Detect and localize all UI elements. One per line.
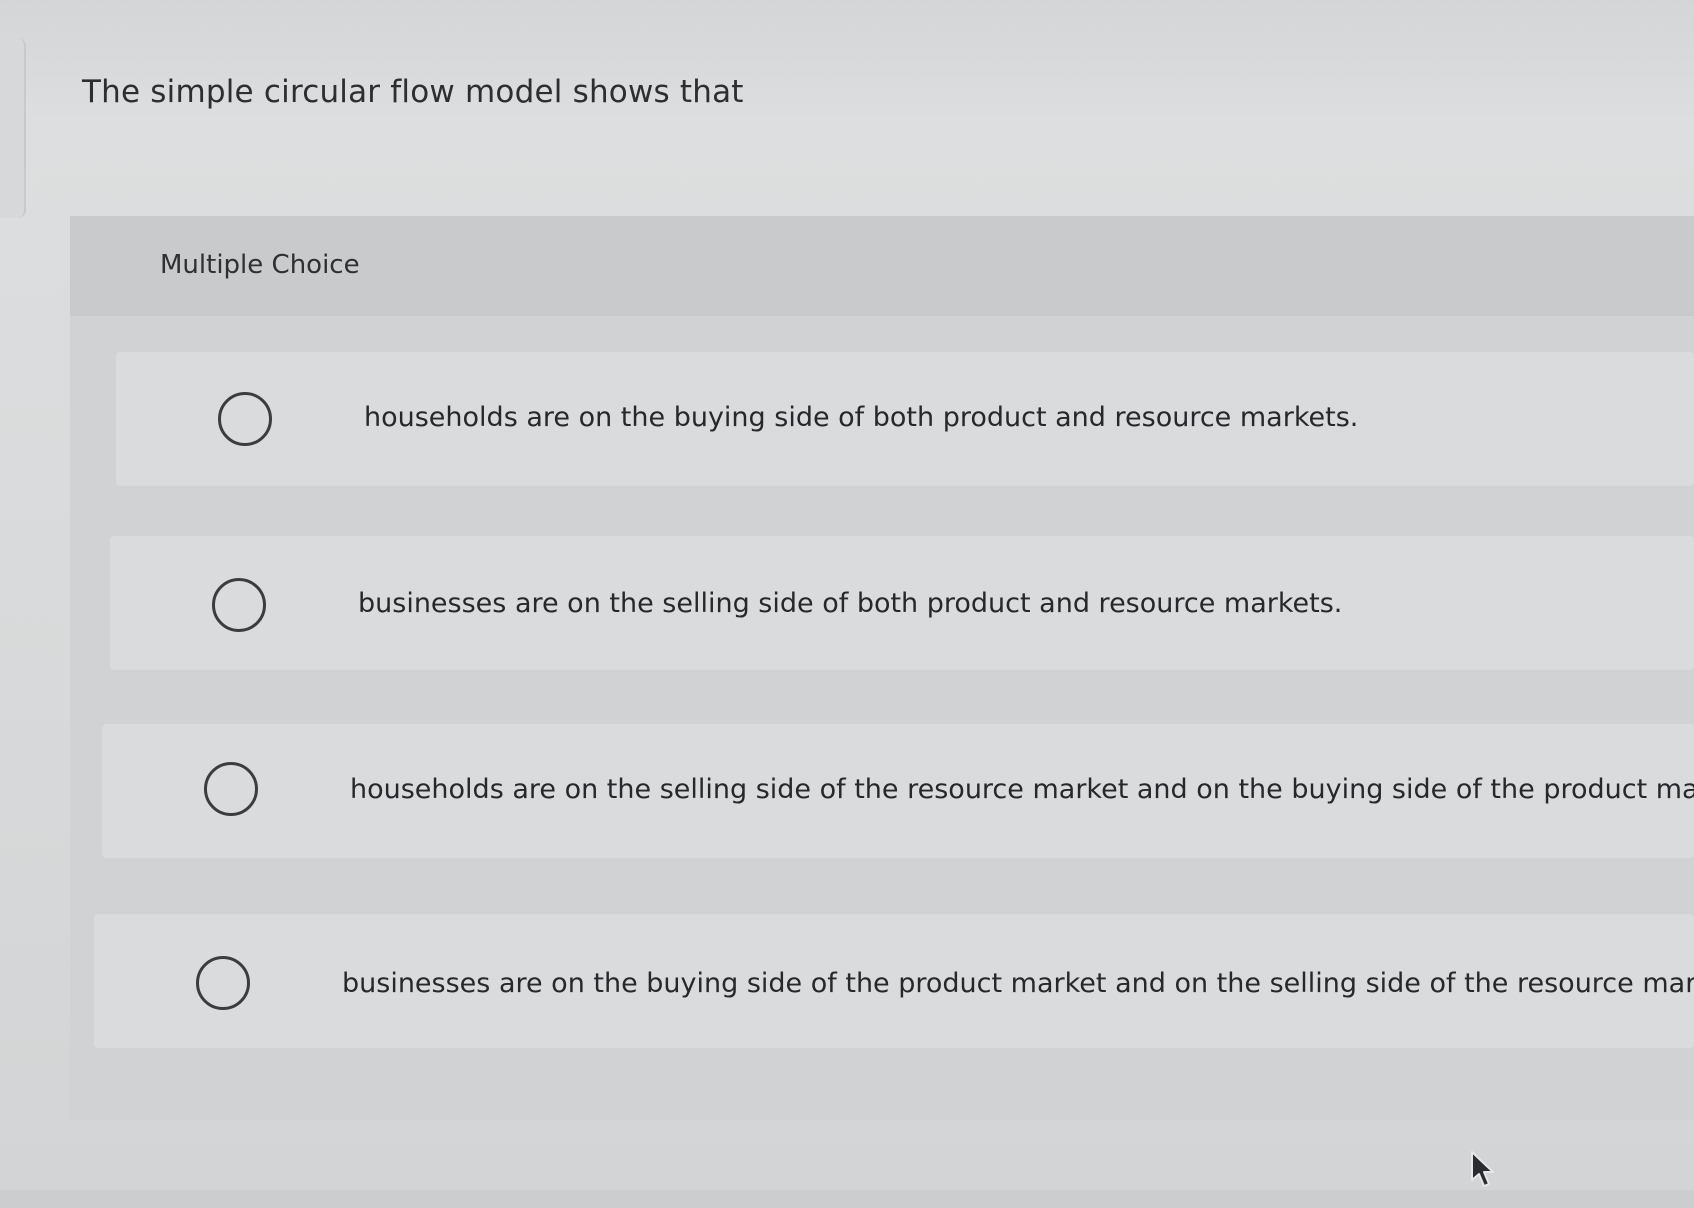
answer-option-4[interactable]: businesses are on the buying side of the…	[94, 914, 1694, 1048]
multiple-choice-header: Multiple Choice	[70, 216, 1694, 316]
left-edge-tab	[0, 38, 26, 218]
answer-option-3[interactable]: households are on the selling side of th…	[102, 724, 1694, 858]
answer-option-label: households are on the selling side of th…	[350, 774, 1694, 805]
radio-circle-icon[interactable]	[204, 762, 258, 816]
answer-option-1[interactable]: households are on the buying side of bot…	[116, 352, 1694, 486]
answer-option-2[interactable]: businesses are on the selling side of bo…	[110, 536, 1694, 670]
question-prompt: The simple circular flow model shows tha…	[82, 74, 744, 110]
question-type-label: Multiple Choice	[160, 250, 360, 280]
quiz-screen: The simple circular flow model shows tha…	[0, 0, 1694, 1208]
radio-circle-icon[interactable]	[212, 578, 266, 632]
mouse-pointer-icon	[1471, 1151, 1494, 1187]
answer-option-label: households are on the buying side of bot…	[364, 402, 1359, 433]
radio-circle-icon[interactable]	[196, 956, 250, 1010]
multiple-choice-panel: Multiple Choice households are on the bu…	[70, 216, 1694, 1120]
answer-option-label: businesses are on the selling side of bo…	[358, 588, 1343, 619]
bottom-edge	[0, 1190, 1694, 1208]
answer-options: households are on the buying side of bot…	[70, 316, 1694, 1120]
answer-option-label: businesses are on the buying side of the…	[342, 968, 1694, 999]
radio-circle-icon[interactable]	[218, 392, 272, 446]
